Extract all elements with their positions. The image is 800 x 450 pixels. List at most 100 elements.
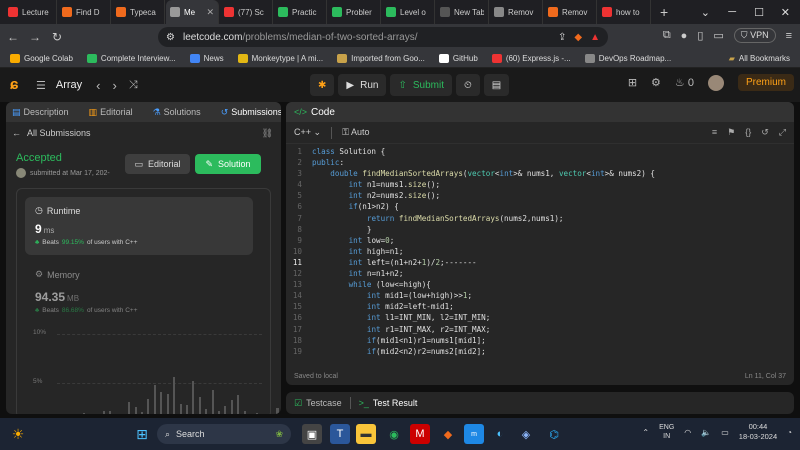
back-icon[interactable]: ← — [6, 30, 20, 44]
scrollbar[interactable] — [276, 408, 279, 414]
browser-tab[interactable]: Level o — [382, 0, 435, 24]
mongodb-compass-icon[interactable]: m — [464, 424, 484, 444]
code-editor[interactable]: 1 class Solution {2 public: 3 double findMe… — [286, 146, 794, 360]
code-line[interactable]: 4 int n1=nums1.size(); — [286, 179, 794, 190]
code-line[interactable]: 11 int left=(n1+n2+1)/2;------- — [286, 257, 794, 268]
browser-tab[interactable]: Remov — [544, 0, 597, 24]
code-line[interactable]: 9 int low=0; — [286, 235, 794, 246]
chart-bar[interactable] — [83, 413, 86, 414]
leetcode-logo-icon[interactable]: ɕ — [10, 76, 28, 94]
weather-widget-icon[interactable]: ☀ — [6, 423, 30, 445]
premium-button[interactable]: Premium — [737, 74, 794, 91]
brave-shield-icon[interactable]: ◆ — [574, 32, 582, 43]
all-submissions-link[interactable]: ← All Submissions ⛓ — [6, 122, 281, 144]
fullscreen-icon[interactable]: ⤢ — [779, 127, 786, 138]
code-line[interactable]: 1 class Solution { — [286, 146, 794, 157]
chart-bar[interactable] — [173, 376, 176, 414]
chart-bar[interactable] — [147, 399, 150, 414]
browser-tab[interactable]: Typeca — [112, 0, 165, 24]
code-line[interactable]: 6 if(n1>n2) { — [286, 201, 794, 212]
tab-search-icon[interactable]: ⌄ — [701, 0, 710, 24]
bookmark-item[interactable]: Complete Interview... — [86, 54, 176, 63]
chart-bar[interactable] — [185, 405, 188, 414]
reload-icon[interactable]: ↻ — [50, 30, 64, 44]
browser-tab[interactable]: Probler — [328, 0, 381, 24]
code-line[interactable]: 10 int high=n1; — [286, 246, 794, 257]
chart-bar[interactable] — [237, 395, 240, 414]
wifi-icon[interactable]: ◠ — [684, 428, 691, 437]
tab-test-result[interactable]: >_ Test Result — [359, 398, 418, 408]
teams-icon[interactable]: T — [330, 424, 350, 444]
clock[interactable]: 00:44 18-03-2024 — [739, 422, 777, 442]
volume-icon[interactable]: 🔈 — [701, 428, 711, 437]
code-line[interactable]: 19 if(mid2<n2)r2=nums2[mid2]; — [286, 346, 794, 357]
streak-counter[interactable]: ♨ 0 — [675, 76, 694, 89]
bookmark-item[interactable]: (60) Express.js -... — [491, 54, 571, 63]
chart-bar[interactable] — [179, 403, 182, 414]
chart-bar[interactable] — [134, 407, 137, 414]
bookmark-item[interactable]: Monkeytype | A mi... — [237, 54, 323, 63]
battery-icon[interactable]: ▭ — [721, 428, 729, 437]
chart-bar[interactable] — [198, 396, 201, 414]
share-icon[interactable]: ⇪ — [558, 32, 566, 43]
brave-rewards-icon[interactable]: ▲ — [590, 32, 600, 43]
run-button[interactable]: ▶ Run — [338, 74, 387, 96]
next-problem-icon[interactable]: › — [113, 78, 117, 93]
chart-bar[interactable] — [224, 406, 227, 414]
vpn-button[interactable]: ⛉ VPN — [733, 28, 776, 43]
sidebar-icon[interactable]: ▯ — [697, 29, 703, 42]
browser-tab[interactable]: Find D — [58, 0, 111, 24]
file-explorer-icon[interactable]: ▬ — [356, 424, 376, 444]
code-line[interactable]: 7 return findMedianSortedArrays(nums2,nu… — [286, 213, 794, 224]
github-icon[interactable]: ● — [681, 30, 688, 42]
brave-icon[interactable]: ◆ — [438, 424, 458, 444]
problem-list-icon[interactable]: ☰ — [36, 79, 46, 92]
start-menu-icon[interactable]: ⊞ — [132, 424, 152, 444]
close-tab-icon[interactable]: ✕ — [206, 7, 214, 18]
timer-button[interactable]: ⏲ — [455, 74, 480, 96]
tab-solutions[interactable]: ⚗ Solutions — [153, 107, 201, 118]
chart-bar[interactable] — [256, 413, 259, 414]
code-line[interactable]: 12 int n=n1+n2; — [286, 268, 794, 279]
layout-icon[interactable]: ⊞ — [628, 76, 637, 89]
close-window-button[interactable]: ✕ — [781, 0, 790, 24]
notifications-icon[interactable]: ◔ — [787, 428, 792, 437]
submit-button[interactable]: ⇧ Submit — [390, 74, 452, 96]
prev-problem-icon[interactable]: ‹ — [96, 78, 100, 93]
chart-bar[interactable] — [102, 410, 105, 414]
bookmark-item[interactable]: DevOps Roadmap... — [584, 54, 671, 63]
forward-icon[interactable]: → — [28, 30, 42, 44]
browser-tab[interactable]: Practic — [274, 0, 327, 24]
menu-icon[interactable]: ≡ — [786, 30, 792, 42]
task-view-icon[interactable]: ▣ — [302, 424, 322, 444]
code-line[interactable]: 14 int mid1=(low+high)>>1; — [286, 290, 794, 301]
browser-tab[interactable]: New Tab — [436, 0, 489, 24]
bookmark-item[interactable]: News — [189, 54, 224, 63]
code-line[interactable]: 3 double findMedianSortedArrays(vector<i… — [286, 168, 794, 179]
chart-bar[interactable] — [153, 385, 156, 414]
bookmark-item[interactable]: Imported from Goo... — [337, 54, 425, 63]
taskbar-search-input[interactable]: ⌕ Search ❀ — [157, 424, 291, 444]
chart-bar[interactable] — [141, 412, 144, 414]
browser-tab[interactable]: Me ✕ — [166, 0, 219, 24]
chart-bar[interactable] — [243, 410, 246, 414]
braces-icon[interactable]: {} — [745, 127, 751, 138]
notes-button[interactable]: ▤ — [483, 74, 510, 96]
browser-tab[interactable]: Lecture — [4, 0, 57, 24]
avatar[interactable] — [707, 74, 724, 91]
new-tab-button[interactable]: + — [652, 4, 676, 20]
store-icon[interactable]: ◈ — [516, 424, 536, 444]
browser-tab[interactable]: Remov — [490, 0, 543, 24]
mcafee-icon[interactable]: M — [410, 424, 430, 444]
runtime-card[interactable]: ◷ Runtime 9 ms ♣ Beats 99.15% of users with C… — [25, 197, 253, 255]
edge-icon[interactable]: ◐ — [490, 424, 510, 444]
tab-editorial[interactable]: ▥ Editorial — [89, 107, 133, 118]
code-line[interactable]: 18 if(mid1<n1)r1=nums1[mid1]; — [286, 335, 794, 346]
tab-testcase[interactable]: ☑ Testcase — [294, 398, 342, 409]
chart-bar[interactable] — [217, 411, 220, 414]
memory-card[interactable]: ⚙ Memory 94.35 MB ♣ Beats 86.68% of users wit… — [35, 269, 138, 314]
format-icon[interactable]: ≡ — [712, 127, 717, 138]
reset-icon[interactable]: ↺ — [761, 127, 769, 138]
chart-bar[interactable] — [128, 402, 131, 414]
language-indicator[interactable]: ENG IN — [659, 423, 674, 441]
